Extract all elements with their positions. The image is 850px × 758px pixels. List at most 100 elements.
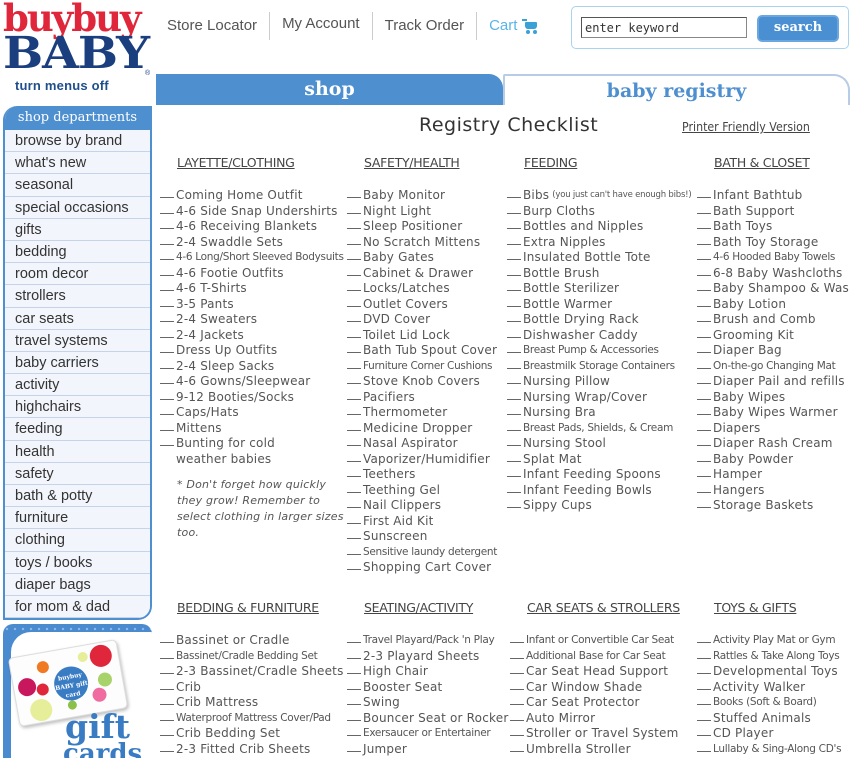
buybuy-baby-logo[interactable]: buybuy BABY ® <box>3 0 153 77</box>
search-button[interactable]: search <box>757 15 839 42</box>
sidebar-item[interactable]: baby carriers <box>5 351 150 375</box>
checkbox-line <box>160 328 174 338</box>
gift-cards-promo[interactable]: buybuy BABY gift card gift cards <box>3 624 152 758</box>
checklist-item: Sensitive laundy detergent <box>347 545 497 561</box>
sidebar-item[interactable]: special occasions <box>5 196 150 219</box>
item-label: Nursing Stool <box>523 436 607 450</box>
item-label: Car Seat Protector <box>526 695 640 709</box>
item-label: Breast Pads, Shields, & Cream <box>523 421 674 434</box>
checkbox-line <box>160 390 174 400</box>
sidebar-item[interactable]: gifts <box>5 218 150 241</box>
checklist-item: Breastmilk Storage Containers <box>507 359 692 375</box>
sidebar-item[interactable]: for mom & dad <box>5 595 150 618</box>
checklist-item: Baby Gates <box>347 250 497 266</box>
turn-menus-off-link[interactable]: turn menus off <box>15 78 109 93</box>
item-label: Teethers <box>363 467 416 481</box>
item-label: Nail Clippers <box>363 498 442 512</box>
item-label: Books (Soft & Board) <box>713 696 817 708</box>
checklist-item: No Scratch Mittens <box>347 235 497 251</box>
checkbox-line <box>507 281 521 291</box>
sidebar-item[interactable]: highchairs <box>5 396 150 419</box>
sidebar-item[interactable]: toys / books <box>5 551 150 574</box>
checkbox-line <box>347 281 361 291</box>
store-locator-link[interactable]: Store Locator <box>155 11 269 41</box>
checkbox-line <box>507 235 521 245</box>
tab-baby-registry[interactable]: baby registry <box>503 74 850 105</box>
sidebar-item[interactable]: travel systems <box>5 329 150 352</box>
cart-label: Cart <box>489 17 518 34</box>
top-nav: Store Locator My Account Track Order Car… <box>155 10 550 42</box>
checkbox-line <box>347 436 361 446</box>
checklist-item: 2-4 Sleep Sacks <box>160 359 347 375</box>
item-label: Diaper Bag <box>713 343 782 357</box>
checklist-items: Bassinet or Cradle Bassinet/Cradle Beddin… <box>160 633 344 757</box>
tab-shop[interactable]: shop <box>156 74 503 105</box>
checklist-item: On-the-go Changing Mat <box>697 359 850 375</box>
checklist-item: Nursing Stool <box>507 436 692 452</box>
checkbox-line <box>347 726 361 736</box>
sidebar-item[interactable]: what's new <box>5 152 150 175</box>
item-label: Bouncer Seat or Rocker <box>363 710 509 725</box>
printer-friendly-link[interactable]: Printer Friendly Version <box>682 120 810 134</box>
track-order-link[interactable]: Track Order <box>373 11 476 41</box>
checklist-item: Infant or Convertible Car Seat <box>510 633 680 649</box>
item-label: Bibs <box>523 188 550 202</box>
checkbox-line <box>347 452 361 462</box>
sidebar-item[interactable]: feeding <box>5 418 150 441</box>
checklist-item: Bottle Brush <box>507 266 692 282</box>
checklist-item: Furniture Corner Cushions <box>347 359 497 375</box>
checkbox-line <box>507 452 521 462</box>
checklist-item: Sleep Positioner <box>347 219 497 235</box>
sidebar-item[interactable]: diaper bags <box>5 573 150 596</box>
checklist-item: Baby Powder <box>697 452 850 468</box>
item-label: High Chair <box>363 664 428 678</box>
checkbox-line <box>347 188 361 198</box>
checklist-item: Dishwasher Caddy <box>507 328 692 344</box>
item-label: Bottles and Nipples <box>523 219 644 233</box>
checkbox-line <box>347 328 361 338</box>
item-label: Thermometer <box>363 405 448 419</box>
checkbox-line <box>697 695 711 705</box>
item-label: Sippy Cups <box>523 498 592 512</box>
my-account-link[interactable]: My Account <box>270 11 372 41</box>
sidebar-item[interactable]: clothing <box>5 529 150 552</box>
item-label: Baby Wipes <box>713 389 786 404</box>
checklist-item: 2-4 Jackets <box>160 328 347 344</box>
checkbox-line <box>697 405 711 415</box>
sidebar-item[interactable]: activity <box>5 374 150 397</box>
checkbox-line <box>347 498 361 508</box>
sidebar-item[interactable]: bath & potty <box>5 485 150 508</box>
checklist-item: Baby Shampoo & Wash <box>697 281 850 297</box>
sidebar-item[interactable]: room decor <box>5 263 150 286</box>
sidebar-item[interactable]: health <box>5 440 150 463</box>
item-label: Activity Walker <box>713 679 806 694</box>
sidebar-item[interactable]: safety <box>5 462 150 485</box>
sidebar-item[interactable]: seasonal <box>5 174 150 197</box>
item-label: Teething Gel <box>363 482 441 497</box>
checklist-item: Swing <box>347 695 508 711</box>
cart-link[interactable]: Cart <box>477 11 550 41</box>
decorative-dots <box>3 627 152 631</box>
item-label: Diaper Pail and refills <box>713 374 845 388</box>
section-heading: CAR SEATS & STROLLERS <box>527 600 680 615</box>
checkbox-line <box>510 633 524 643</box>
checklist-items: Infant Bathtub Bath Support Bath Toys Bath … <box>697 188 850 514</box>
checkbox-line <box>160 312 174 322</box>
sidebar-item[interactable]: browse by brand <box>5 130 150 153</box>
item-label: Additional Base for Car Seat <box>526 649 666 662</box>
sidebar-item[interactable]: strollers <box>5 285 150 308</box>
checklist-item: Toilet Lid Lock <box>347 328 497 344</box>
item-label: 9-12 Booties/Socks <box>176 389 295 404</box>
sidebar-item[interactable]: car seats <box>5 307 150 330</box>
checkbox-line <box>160 188 174 198</box>
item-label: Diaper Rash Cream <box>713 436 833 450</box>
item-label: Infant Bathtub <box>713 188 803 202</box>
checklist-item: Bottle Sterilizer <box>507 281 692 297</box>
sidebar-item[interactable]: bedding <box>5 240 150 264</box>
sidebar-item[interactable]: furniture <box>5 507 150 530</box>
item-label: Travel Playard/Pack 'n Play <box>363 634 495 646</box>
item-label: Bath Toys <box>713 219 773 233</box>
checklist-item: DVD Cover <box>347 312 497 328</box>
search-input[interactable] <box>581 17 747 38</box>
checklist-item: Diapers <box>697 421 850 437</box>
